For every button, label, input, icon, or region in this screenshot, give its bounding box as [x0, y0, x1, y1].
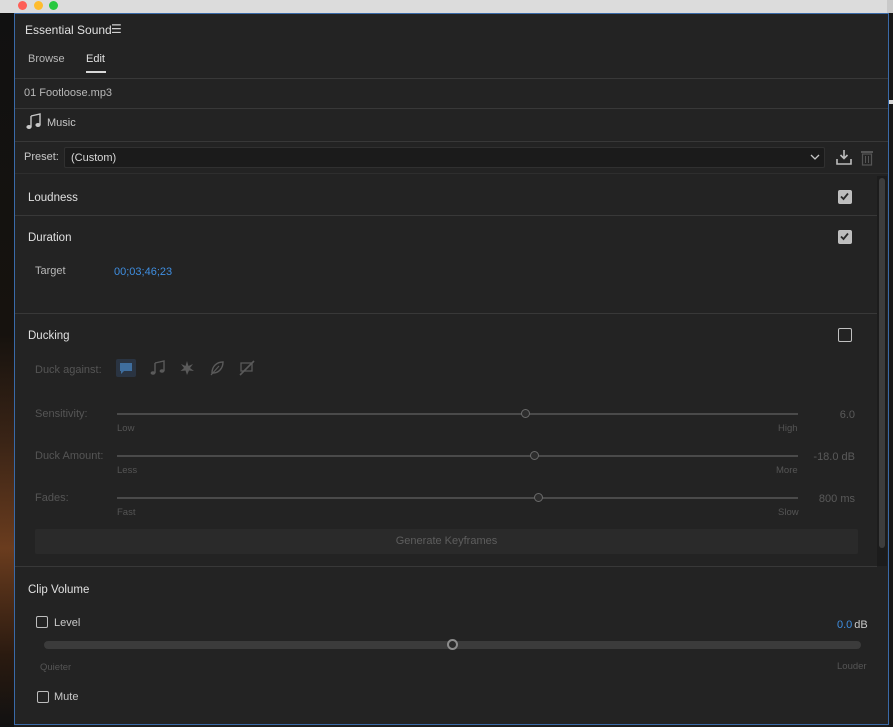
chevron-down-icon	[809, 150, 821, 164]
tab-edit[interactable]: Edit	[86, 53, 105, 65]
active-tab-indicator	[86, 71, 106, 73]
sensitivity-max-label: High	[778, 423, 798, 434]
section-title-ducking: Ducking	[28, 330, 70, 342]
scrollbar-thumb[interactable]	[879, 178, 885, 548]
level-label: Level	[54, 617, 81, 629]
preset-label: Preset:	[24, 151, 59, 163]
level-value[interactable]: 0.0 dB	[837, 619, 868, 631]
panel-header: Essential Sound ☰	[15, 14, 888, 44]
sensitivity-slider-handle[interactable]	[521, 409, 531, 418]
sfx-icon[interactable]	[177, 359, 197, 377]
section-title-loudness: Loudness	[28, 192, 78, 204]
no-type-icon[interactable]	[237, 359, 257, 377]
hamburger-icon[interactable]: ☰	[111, 22, 122, 36]
ducking-checkbox[interactable]	[838, 328, 852, 342]
titlebar-edge	[887, 0, 893, 13]
duck-amount-min-label: Less	[117, 465, 138, 476]
loudness-checkbox[interactable]	[838, 190, 852, 204]
target-label: Target	[35, 265, 66, 277]
zoom-window-button[interactable]	[49, 1, 58, 10]
background-video-strip	[0, 13, 14, 727]
divider	[15, 215, 877, 216]
mute-checkbox[interactable]	[37, 691, 49, 703]
sensitivity-label: Sensitivity:	[35, 408, 88, 420]
duck-amount-value[interactable]: -18.0 dB	[795, 451, 855, 463]
divider	[15, 78, 888, 79]
music-icon[interactable]	[148, 359, 168, 377]
target-duration-value[interactable]: 00;03;46;23	[114, 266, 172, 278]
dialogue-icon[interactable]	[116, 359, 136, 377]
minimize-window-button[interactable]	[34, 1, 43, 10]
fades-label: Fades:	[35, 492, 69, 504]
panel-title: Essential Sound	[25, 23, 112, 37]
preset-dropdown[interactable]: (Custom)	[64, 147, 825, 168]
sensitivity-min-label: Low	[117, 423, 135, 434]
mute-label: Mute	[54, 691, 79, 703]
clip-name: 01 Footloose.mp3	[24, 87, 113, 99]
level-number[interactable]: 0.0	[837, 619, 852, 631]
divider	[15, 313, 877, 314]
duck-amount-slider[interactable]	[117, 451, 798, 460]
fades-value[interactable]: 800 ms	[795, 493, 855, 505]
tab-bar: Browse Edit	[15, 50, 888, 74]
close-window-button[interactable]	[18, 1, 27, 10]
level-slider-handle[interactable]	[447, 639, 458, 650]
clip-type-label: Music	[47, 117, 76, 129]
fades-slider[interactable]	[117, 493, 798, 502]
sensitivity-value[interactable]: 6.0	[795, 409, 855, 421]
save-preset-icon[interactable]	[836, 149, 852, 165]
window-titlebar	[0, 0, 893, 13]
generate-keyframes-button[interactable]: Generate Keyframes	[35, 529, 858, 554]
divider	[15, 566, 877, 567]
duck-amount-max-label: More	[776, 465, 798, 476]
level-min-label: Quieter	[40, 662, 72, 673]
level-unit: dB	[854, 619, 868, 631]
section-title-clip-volume: Clip Volume	[28, 584, 90, 596]
divider	[15, 173, 888, 174]
ambience-icon[interactable]	[207, 359, 227, 377]
edit-scroll-area: Loudness Duration Target 00;03;46;23 Duc…	[15, 176, 888, 724]
level-checkbox[interactable]	[36, 616, 48, 628]
background-right-mark	[889, 100, 893, 104]
music-note-icon	[25, 113, 42, 130]
sensitivity-slider[interactable]	[117, 409, 798, 418]
divider	[15, 108, 888, 109]
fades-slider-handle[interactable]	[534, 493, 544, 502]
fades-min-label: Fast	[117, 507, 136, 518]
duration-checkbox[interactable]	[838, 230, 852, 244]
tab-browse[interactable]: Browse	[28, 53, 65, 65]
section-title-duration: Duration	[28, 232, 72, 244]
divider	[15, 141, 888, 142]
duck-amount-slider-handle[interactable]	[529, 451, 539, 460]
duck-against-label: Duck against:	[35, 364, 102, 376]
duck-amount-label: Duck Amount:	[35, 450, 104, 462]
fades-max-label: Slow	[778, 507, 799, 518]
preset-value: (Custom)	[71, 152, 117, 164]
essential-sound-panel: Essential Sound ☰ Browse Edit 01 Footloo…	[14, 13, 889, 725]
trash-icon[interactable]	[860, 149, 874, 166]
level-max-label: Louder	[837, 661, 867, 672]
